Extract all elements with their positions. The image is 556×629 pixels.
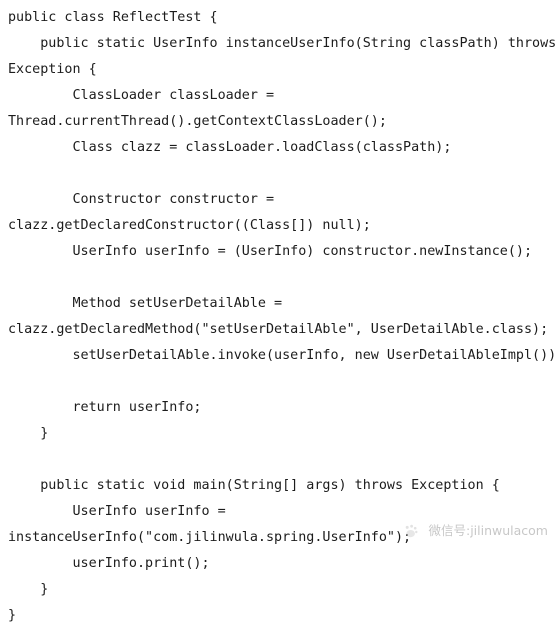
code-line: Thread.currentThread().getContextClassLo… [8, 114, 387, 129]
code-line: clazz.getDeclaredConstructor((Class[]) n… [8, 218, 371, 233]
code-line: Class clazz = classLoader.loadClass(clas… [8, 140, 452, 155]
code-line: return userInfo; [8, 400, 202, 415]
code-line: userInfo.print(); [8, 556, 210, 571]
code-line: UserInfo userInfo = (UserInfo) construct… [8, 244, 533, 259]
code-line: ClassLoader classLoader = [8, 88, 275, 103]
code-line: } [8, 582, 49, 597]
code-block: public class ReflectTest { public static… [0, 0, 556, 629]
code-line: instanceUserInfo("com.jilinwula.spring.U… [8, 530, 412, 545]
code-line: public class ReflectTest { [8, 10, 218, 25]
code-line: setUserDetailAble.invoke(userInfo, new U… [8, 348, 556, 363]
code-line: clazz.getDeclaredMethod("setUserDetailAb… [8, 322, 549, 337]
code-line: } [8, 608, 17, 623]
code-line: public static void main(String[] args) t… [8, 478, 500, 493]
code-line: Method setUserDetailAble = [8, 296, 283, 311]
code-line: Constructor constructor = [8, 192, 275, 207]
code-line: } [8, 426, 49, 441]
code-line: UserInfo userInfo = [8, 504, 226, 519]
code-line: public static UserInfo instanceUserInfo(… [8, 36, 556, 51]
code-line: Exception { [8, 62, 97, 77]
